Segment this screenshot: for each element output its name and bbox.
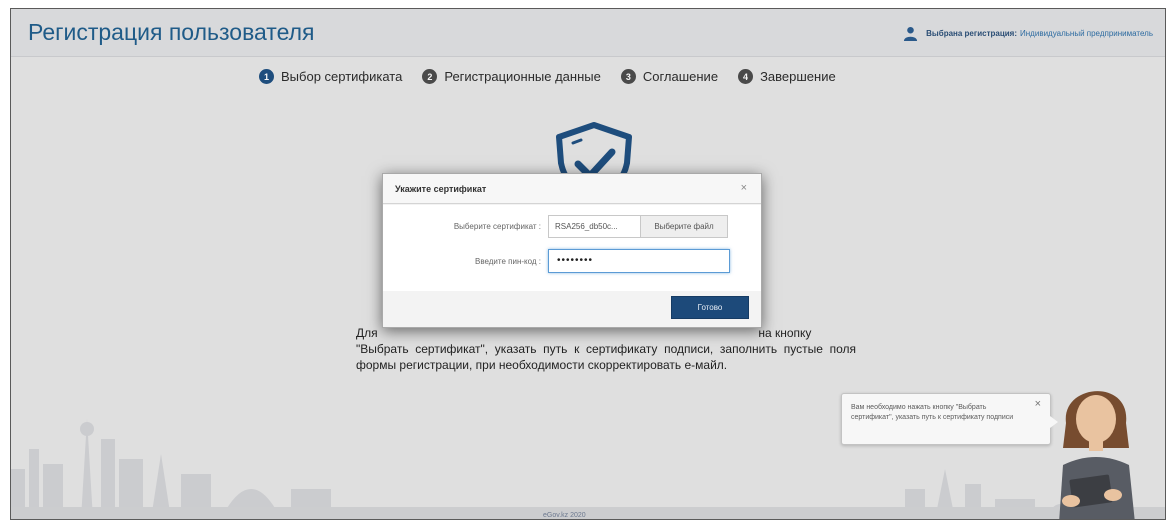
dialog-title: Укажите сертификат — [395, 184, 487, 194]
dialog-body: Выберите сертификат : RSA256_db50c... Вы… — [383, 205, 761, 291]
certificate-file-field: RSA256_db50c... Выберите файл — [548, 215, 728, 238]
pin-code-input[interactable]: •••••••• — [548, 249, 730, 273]
done-button[interactable]: Готово — [671, 296, 749, 319]
certificate-file-value: RSA256_db50c... — [549, 216, 641, 237]
dialog-header: Укажите сертификат × — [383, 174, 761, 204]
choose-file-button[interactable]: Выберите файл — [641, 216, 727, 237]
select-certificate-dialog: Укажите сертификат × Выберите сертификат… — [382, 173, 762, 328]
close-icon[interactable]: × — [741, 182, 747, 194]
pin-label: Введите пин-код : — [474, 257, 541, 266]
app-window: Регистрация пользователя Выбрана регистр… — [10, 8, 1166, 520]
certificate-label: Выберите сертификат : — [453, 222, 541, 231]
